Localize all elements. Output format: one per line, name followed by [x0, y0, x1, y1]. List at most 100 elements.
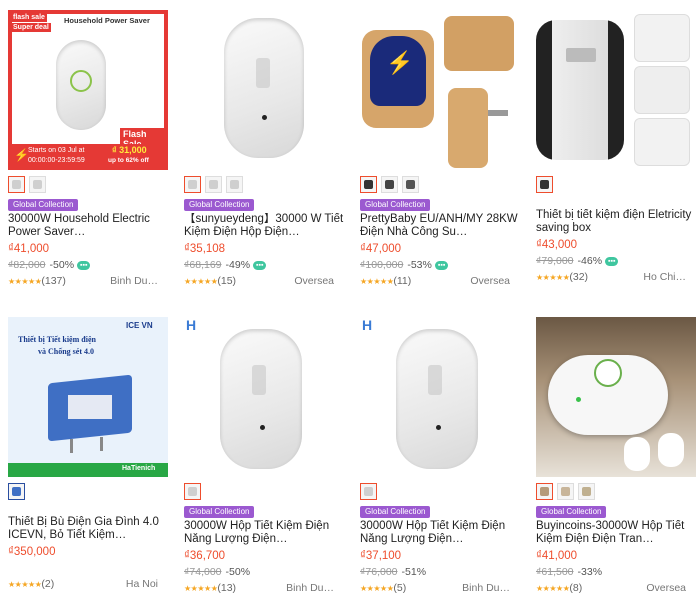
- device-led: [260, 425, 265, 430]
- thumbnail-list: [8, 176, 178, 194]
- discount: -33%: [577, 566, 603, 578]
- thumbnail[interactable]: [226, 176, 243, 193]
- product-image[interactable]: H: [360, 317, 520, 477]
- thumbnail[interactable]: [8, 483, 25, 500]
- device-image: [396, 329, 478, 469]
- thumbnail[interactable]: [360, 176, 377, 193]
- mall-tag: ▪▪▪: [77, 260, 91, 270]
- product-image[interactable]: ⚡: [360, 10, 520, 170]
- product-image[interactable]: ICE VN Thiết bị Tiết kiệm điện và Chống …: [8, 317, 168, 477]
- product-card[interactable]: Global Collection Buyincoins-30000W Hộp …: [536, 309, 700, 609]
- badge-spacer: [8, 501, 178, 515]
- product-title[interactable]: Thiết bị tiết kiệm điện Eletricity savin…: [536, 209, 696, 235]
- product-card[interactable]: H Global Collection 30000W Hộp Tiết Kiệm…: [184, 309, 354, 609]
- original-price-row: [8, 561, 178, 575]
- original-price-row: ₫79,000 -46% ▪▪▪: [536, 254, 700, 268]
- product-location: Binh Du…: [286, 582, 334, 594]
- thumbnail[interactable]: [184, 176, 201, 193]
- mall-tag: ▪▪▪: [605, 256, 619, 266]
- plug-small-2: [658, 433, 684, 467]
- rating-count: (13): [217, 582, 237, 594]
- product-title[interactable]: Thiết Bị Bù Điện Gia Đình 4.0 ICEVN, Bỏ …: [8, 516, 168, 542]
- product-card[interactable]: H Global Collection 30000W Hộp Tiết Kiệm…: [360, 309, 530, 609]
- product-location: Binh Du…: [110, 275, 158, 287]
- image-heading: Household Power Saver: [64, 16, 150, 25]
- plug-view-2: [634, 66, 690, 114]
- device-image: [220, 329, 302, 469]
- product-title[interactable]: PrettyBaby EU/ANH/MY 28KW Điện Nhà Công …: [360, 213, 520, 239]
- product-image[interactable]: [536, 317, 696, 477]
- product-title[interactable]: 【sunyueydeng】30000 W Tiết Kiệm Điện Hộp …: [184, 213, 344, 239]
- device-back-view: [448, 88, 488, 168]
- product-image[interactable]: [536, 10, 696, 170]
- plug-view-3: [634, 118, 690, 166]
- original-price-row: ₫68,169 -49% ▪▪▪: [184, 258, 354, 272]
- thumbnail[interactable]: [536, 483, 553, 500]
- thumbnail-list: [360, 176, 530, 194]
- product-image[interactable]: [184, 10, 344, 170]
- product-card[interactable]: Thiết bị tiết kiệm điện Eletricity savin…: [536, 0, 700, 305]
- product-card[interactable]: ⚡ Global Collection PrettyBaby EU/ANH/MY…: [360, 0, 530, 305]
- product-price: ₫47,000: [360, 243, 402, 255]
- rating-stars: ★★★★★(8): [536, 582, 583, 594]
- product-card[interactable]: ICE VN Thiết bị Tiết kiệm điện và Chống …: [8, 309, 178, 609]
- global-collection-badge: Global Collection: [360, 506, 431, 518]
- thumbnail[interactable]: [536, 176, 553, 193]
- device-led: [436, 425, 441, 430]
- global-collection-badge: Global Collection: [360, 199, 431, 211]
- device-image: [224, 18, 304, 158]
- thumbnail-list: [184, 176, 354, 194]
- time-text: 00:00:00-23:59:59: [28, 157, 85, 164]
- plug-prongs: [488, 110, 508, 116]
- product-title[interactable]: 30000W Household Electric Power Saver…: [8, 213, 168, 239]
- original-price-row: ₫74,000 -50%: [184, 565, 354, 579]
- thumbnail[interactable]: [184, 483, 201, 500]
- device-dial: [594, 359, 622, 387]
- product-title[interactable]: 30000W Hộp Tiết Kiệm Điện Năng Lượng Điệ…: [184, 520, 344, 546]
- product-location: Binh Du…: [462, 582, 510, 594]
- rating-stars: ★★★★★(15): [184, 275, 237, 287]
- original-price: ₫68,169: [184, 259, 222, 271]
- thumbnail[interactable]: [205, 176, 222, 193]
- discount: -50%: [225, 566, 251, 578]
- footer-text: HaTienich: [122, 465, 156, 472]
- rating-count: (15): [217, 275, 237, 287]
- discount: -50%: [49, 259, 75, 271]
- thumbnail[interactable]: [360, 483, 377, 500]
- product-price: ₫36,700: [184, 550, 226, 562]
- plug-small-1: [624, 437, 650, 471]
- product-card[interactable]: Global Collection 【sunyueydeng】30000 W T…: [184, 0, 354, 305]
- rating-count: (8): [569, 582, 583, 594]
- sale-price-text: ₫ 31,000: [112, 145, 147, 155]
- product-price: ₫350,000: [8, 546, 56, 558]
- product-meta: ★★★★★(32) Ho Chi…: [536, 270, 686, 284]
- thumbnail[interactable]: [578, 483, 595, 500]
- product-image[interactable]: H: [184, 317, 344, 477]
- rating-count: (2): [41, 578, 55, 590]
- thumbnail[interactable]: [8, 176, 25, 193]
- brand-logo-icon: H: [186, 317, 197, 333]
- original-price: ₫61,500: [536, 566, 574, 578]
- product-meta: ★★★★★(11) Oversea: [360, 274, 510, 288]
- rating-stars: ★★★★★(13): [184, 582, 237, 594]
- thumbnail[interactable]: [29, 176, 46, 193]
- product-title[interactable]: Buyincoins-30000W Hộp Tiết Kiệm Điện Điệ…: [536, 520, 696, 546]
- thumbnail-list: [8, 483, 178, 501]
- plug-view-1: [634, 14, 690, 62]
- original-price-row: ₫76,000 -51%: [360, 565, 530, 579]
- product-title[interactable]: 30000W Hộp Tiết Kiệm Điện Năng Lượng Điệ…: [360, 520, 520, 546]
- product-location: Ha Noi: [125, 578, 158, 590]
- product-meta: ★★★★★(2) Ha Noi: [8, 577, 158, 591]
- product-image[interactable]: flash sale Super deal Household Power Sa…: [8, 10, 168, 170]
- product-location: Oversea: [470, 275, 510, 287]
- product-card[interactable]: flash sale Super deal Household Power Sa…: [8, 0, 178, 305]
- thumbnail[interactable]: [381, 176, 398, 193]
- global-collection-badge: Global Collection: [8, 199, 79, 211]
- thumbnail[interactable]: [402, 176, 419, 193]
- original-price: ₫76,000: [360, 566, 398, 578]
- product-meta: ★★★★★(5) Binh Du…: [360, 581, 510, 595]
- product-meta: ★★★★★(15) Oversea: [184, 274, 334, 288]
- product-grid: flash sale Super deal Household Power Sa…: [0, 0, 700, 611]
- thumbnail[interactable]: [557, 483, 574, 500]
- rating-stars: ★★★★★(5): [360, 582, 407, 594]
